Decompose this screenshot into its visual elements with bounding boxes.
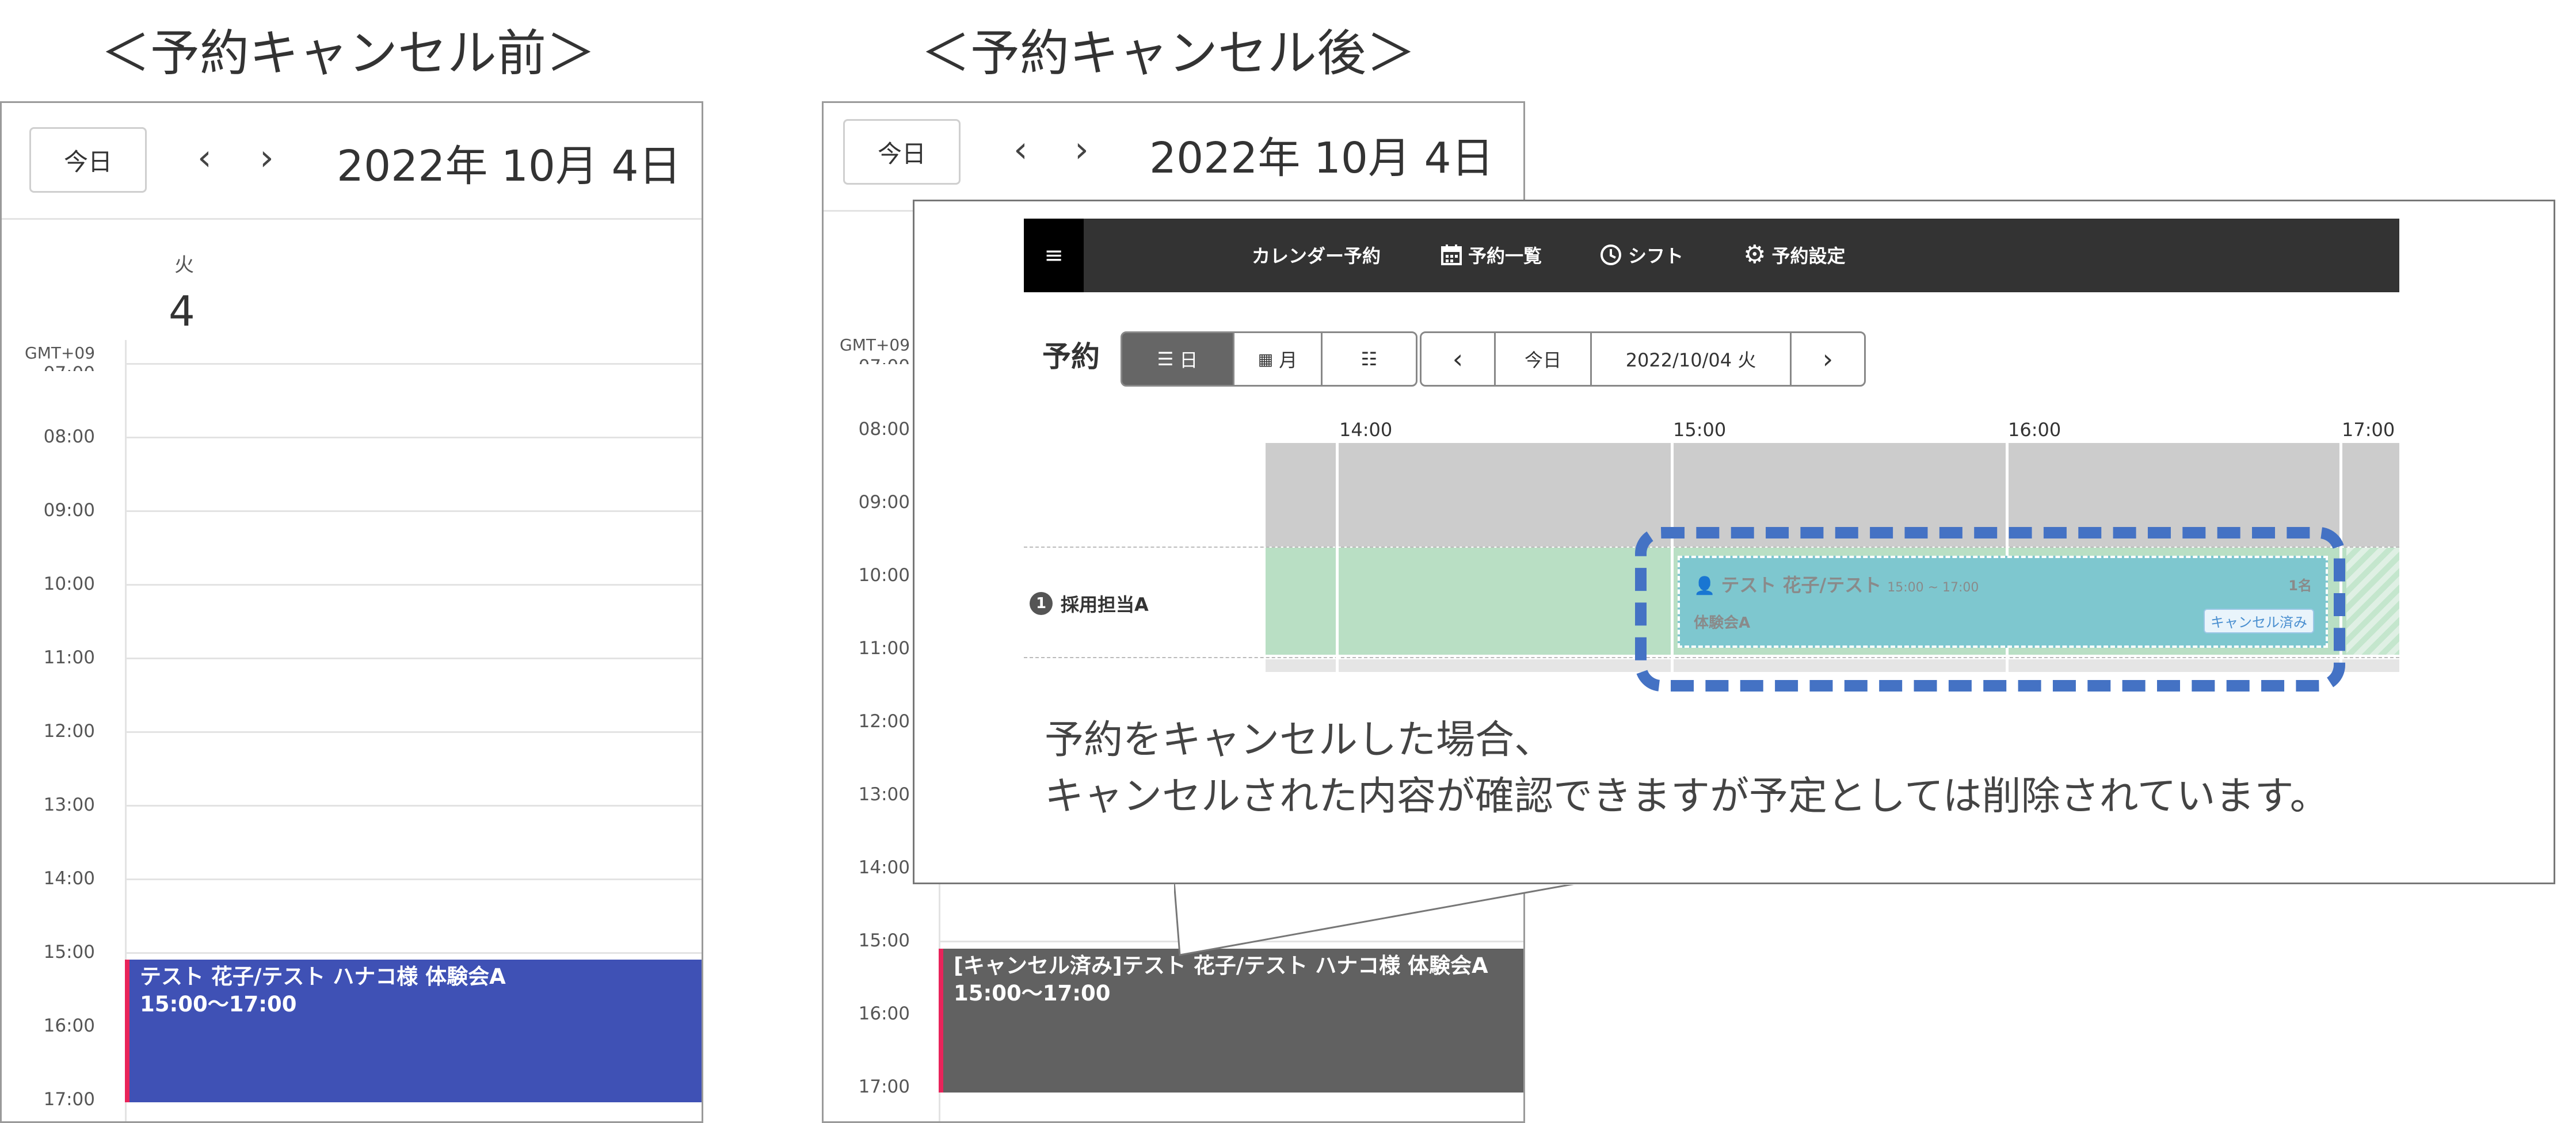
hour-label: 08:00 xyxy=(43,426,95,447)
hour-label: 12:00 xyxy=(43,721,95,742)
staff-badge: 1 xyxy=(1030,592,1053,615)
hour-label: 13:00 xyxy=(43,794,95,815)
hour-gridline xyxy=(125,437,702,438)
hour-gridline xyxy=(125,805,702,807)
hour-label: 14:00 xyxy=(43,868,95,889)
callout-overlay: ≡ カレンダー予約 予約一覧 シフト ⚙ 予約設定 予約 ☰ 日 ▦ 月 ☷ ‹… xyxy=(913,200,2555,884)
timeline-hour-label: 14:00 xyxy=(1339,419,1393,441)
event-time: 15:00〜17:00 xyxy=(140,992,297,1017)
nav-booking-settings-label: 予約設定 xyxy=(1771,245,1846,267)
today-button[interactable]: 今日 xyxy=(29,127,147,193)
calendar-icon xyxy=(1441,244,1462,266)
today-button[interactable]: 今日 xyxy=(843,119,961,185)
hour-gridline xyxy=(125,658,702,659)
weekday-label: 火 xyxy=(174,254,194,277)
view-month-label: 月 xyxy=(1279,349,1298,371)
hour-label: 09:00 xyxy=(43,500,95,521)
hour-label: 16:00 xyxy=(43,1015,95,1036)
hour-label: 10:00 xyxy=(43,574,95,594)
prev-day-button[interactable]: ‹ xyxy=(1420,331,1496,387)
view-list-button[interactable]: ☷ xyxy=(1321,331,1417,387)
nav-booking-list[interactable]: 予約一覧 xyxy=(1441,242,1542,268)
chevron-left-icon[interactable]: ‹ xyxy=(1013,132,1028,167)
hour-gridline xyxy=(125,952,702,954)
chevron-right-icon[interactable]: › xyxy=(260,140,274,175)
heading-after-cancel: ＜予約キャンセル後＞ xyxy=(921,25,1416,82)
hour-label: 11:00 xyxy=(43,647,95,668)
hour-label: 17:00 xyxy=(858,1076,910,1097)
timezone-label: GMT+09 xyxy=(25,343,96,362)
timezone-label: GMT+09 xyxy=(840,335,910,354)
chevron-left-icon[interactable]: ‹ xyxy=(197,140,212,175)
hour-label: 08:00 xyxy=(858,419,910,440)
nav-shift[interactable]: シフト xyxy=(1599,242,1683,268)
hour-gridline xyxy=(125,510,702,512)
event-accent-bar xyxy=(939,949,943,1093)
hour-gridline xyxy=(125,731,702,733)
chevron-left-icon: ‹ xyxy=(1452,343,1464,375)
hour-label: 17:00 xyxy=(43,1089,95,1110)
hour-label: 11:00 xyxy=(858,638,910,659)
clock-icon xyxy=(1599,243,1622,266)
nav-calendar-booking-label: カレンダー予約 xyxy=(1252,245,1381,267)
calendar-date: 2022年 10月 4日 xyxy=(337,142,681,191)
timeline-gridline xyxy=(1336,443,1339,672)
highlight-frame xyxy=(1635,527,2345,692)
timeline-hour-label: 17:00 xyxy=(2342,419,2395,441)
staff-row-label: 1 採用担当A xyxy=(1030,590,1149,617)
hour-label: 13:00 xyxy=(858,784,910,805)
booking-app-header: ≡ カレンダー予約 予約一覧 シフト ⚙ 予約設定 xyxy=(1024,219,2399,292)
gear-icon: ⚙ xyxy=(1743,240,1766,269)
timeline-hour-label: 15:00 xyxy=(1673,419,1727,441)
page-title: 予約 xyxy=(1042,340,1100,373)
list-icon: ☰ xyxy=(1157,348,1174,370)
hour-label: 09:00 xyxy=(858,492,910,513)
hour-label: 07:00 xyxy=(829,356,910,364)
hour-label: 14:00 xyxy=(858,857,910,878)
hour-gridline xyxy=(125,878,702,880)
view-day-button[interactable]: ☰ 日 xyxy=(1121,331,1234,387)
view-month-button[interactable]: ▦ 月 xyxy=(1233,331,1323,387)
next-day-button[interactable]: › xyxy=(1790,331,1866,387)
hour-label: 16:00 xyxy=(858,1003,910,1024)
hour-label: 07:00 xyxy=(14,363,95,371)
cancelled-calendar-event[interactable]: [キャンセル済み]テスト 花子/テスト ハナコ様 体験会A 15:00〜17:0… xyxy=(939,949,1523,1093)
calendar-panel-before: 今日 ‹ › 2022年 10月 4日 火 4 GMT+09 07:00 08:0… xyxy=(0,101,703,1123)
nav-booking-settings[interactable]: ⚙ 予約設定 xyxy=(1743,242,1845,268)
hour-label: 10:00 xyxy=(858,565,910,586)
list-icon: ☷ xyxy=(1361,348,1378,370)
hamburger-icon[interactable]: ≡ xyxy=(1024,219,1084,292)
staff-name: 採用担当A xyxy=(1061,594,1149,616)
today-button[interactable]: 今日 xyxy=(1494,331,1592,387)
heading-before-cancel: ＜予約キャンセル前＞ xyxy=(101,25,596,82)
hour-label: 15:00 xyxy=(858,930,910,951)
timeline-hour-label: 16:00 xyxy=(2008,419,2061,441)
event-time: 15:00〜17:00 xyxy=(954,981,1111,1006)
hour-gridline xyxy=(125,363,702,365)
hour-label: 15:00 xyxy=(43,942,95,962)
nav-booking-list-label: 予約一覧 xyxy=(1468,245,1542,267)
nav-calendar-booking[interactable]: カレンダー予約 xyxy=(1252,242,1381,268)
calendar-event[interactable]: テスト 花子/テスト ハナコ様 体験会A 15:00〜17:00 xyxy=(125,960,702,1102)
header-divider xyxy=(2,218,702,220)
view-day-label: 日 xyxy=(1179,349,1198,371)
event-title: テスト 花子/テスト ハナコ様 体験会A xyxy=(140,964,506,989)
calendar-icon: ▦ xyxy=(1257,349,1274,369)
caption-line-1: 予約をキャンセルした場合、 xyxy=(1045,717,1554,763)
callout-pointer xyxy=(1174,880,1589,956)
event-accent-bar xyxy=(125,960,129,1102)
nav-shift-label: シフト xyxy=(1628,245,1684,267)
day-number[interactable]: 4 xyxy=(169,287,195,335)
calendar-date: 2022年 10月 4日 xyxy=(1149,133,1494,183)
hour-label: 12:00 xyxy=(858,711,910,732)
date-picker[interactable]: 2022/10/04 火 xyxy=(1590,331,1792,387)
chevron-right-icon: › xyxy=(1822,343,1834,375)
hour-gridline xyxy=(125,584,702,586)
hatched-slot xyxy=(2346,548,2399,655)
chevron-right-icon[interactable]: › xyxy=(1074,132,1089,167)
caption-line-2: キャンセルされた内容が確認できますが予定としては削除されています。 xyxy=(1045,774,2329,819)
